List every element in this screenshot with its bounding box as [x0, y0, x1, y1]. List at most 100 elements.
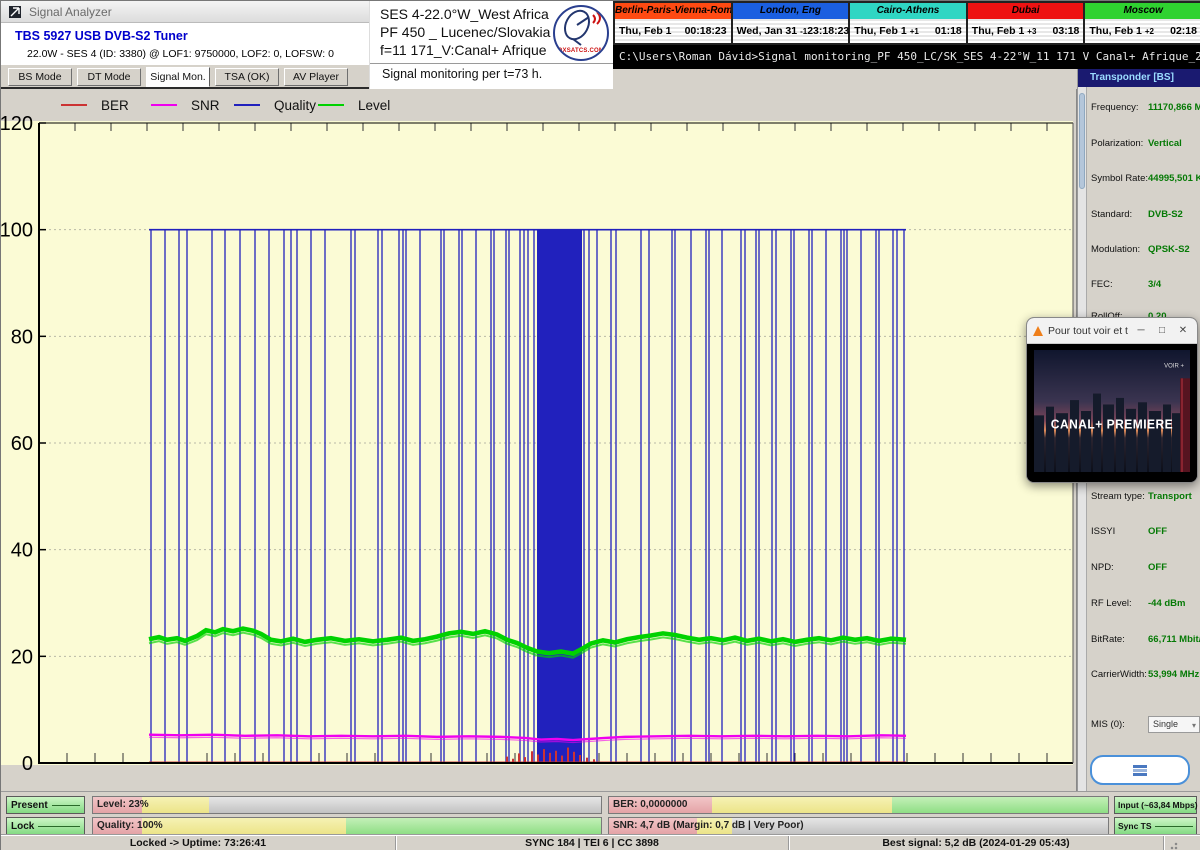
svg-text:Level: Level: [358, 98, 390, 113]
chevron-down-icon: ▾: [1192, 718, 1196, 733]
field-bitrate: BitRate:66,711 Mbit/s: [1091, 634, 1200, 648]
field-issyi: ISSYIOFF: [1091, 526, 1200, 540]
signal-chart-panel: 020406080100120BERSNRQualityLevel: [1, 89, 1077, 791]
satellite-line-3: f=11 171_V:Canal+ Afrique: [380, 42, 547, 58]
clock-cairo: Cairo-Athens Thu, Feb 1 +1 01:18: [850, 3, 968, 43]
clock-london: London, Eng Wed, Jan 31 -1 23:18:23: [733, 3, 851, 43]
clock-dubai-name: Dubai: [968, 3, 1084, 19]
video-area[interactable]: VOIR + CANAL+ PREMIERE: [1027, 344, 1197, 482]
window-titlebar[interactable]: Signal Analyzer: [1, 1, 369, 23]
popup-title-text: Pour tout voir et to...: [1048, 325, 1128, 337]
svg-text:40: 40: [11, 540, 33, 562]
mis-dropdown[interactable]: Single ▾: [1148, 716, 1200, 733]
video-corner-label: VOIR +: [1164, 362, 1184, 369]
clock-dubai-day: Thu, Feb 1: [972, 25, 1025, 37]
resize-grip[interactable]: [1164, 836, 1200, 850]
clock-moscow: Moscow Thu, Feb 1 +2 02:18: [1085, 3, 1200, 43]
field-fec: FEC:3/4: [1091, 279, 1200, 293]
maximize-button[interactable]: □: [1154, 325, 1170, 336]
svg-text:60: 60: [11, 433, 33, 455]
close-button[interactable]: ✕: [1175, 325, 1191, 336]
monitor-strip: Present Lock Level: 23% Quality: 100% BE…: [1, 791, 1200, 835]
list-icon: [1133, 765, 1147, 768]
svg-text:120: 120: [1, 113, 33, 135]
field-symbol-rate: Symbol Rate:44995,501 KS/s: [1091, 173, 1200, 187]
mode-tab-strip: BS Mode DT Mode Signal Mon. TSA (OK) AV …: [1, 65, 369, 89]
snr-meter-label: SNR: 4,7 dB (Margin: 0,7 dB | Very Poor): [613, 820, 804, 831]
clock-berlin-time: 00:18:23: [685, 25, 727, 37]
clock-berlin: Berlin-Paris-Vienna-Roma Thu, Feb 1 00:1…: [615, 3, 733, 43]
quality-meter: Quality: 100%: [92, 817, 602, 835]
video-title-label: CANAL+ PREMIERE: [1051, 417, 1173, 432]
quality-meter-label: Quality: 100%: [97, 820, 163, 831]
command-prompt-bar[interactable]: C:\Users\Roman Dávid>Signal monitoring_P…: [613, 45, 1200, 69]
field-mis: MIS (0): Single ▾: [1091, 719, 1200, 733]
satellite-line-2: PF 450 _ Lucenec/Slovakia: [380, 24, 550, 40]
separator: [370, 63, 614, 64]
vlc-icon: [1033, 326, 1043, 336]
satellite-info-panel: SES 4-22.0°W_West Africa PF 450 _ Lucene…: [369, 1, 613, 89]
present-indicator: Present: [6, 796, 85, 814]
svg-text:Quality: Quality: [274, 98, 316, 113]
svg-text:SNR: SNR: [191, 98, 220, 113]
world-clocks: Berlin-Paris-Vienna-Roma Thu, Feb 1 00:1…: [613, 1, 1200, 45]
status-best-signal: Best signal: 5,2 dB (2024-01-29 05:43): [789, 836, 1164, 850]
sync-ts-indicator: Sync TS: [1114, 817, 1197, 835]
monitoring-caption: Signal monitoring per t=73 h.: [382, 67, 542, 81]
status-sync-counters: SYNC 184 | TEI 6 | CC 3898: [396, 836, 789, 850]
stream-list-button[interactable]: [1090, 755, 1190, 785]
minimize-button[interactable]: ─: [1133, 325, 1149, 336]
snr-meter: SNR: 4,7 dB (Margin: 0,7 dB | Very Poor): [608, 817, 1109, 835]
input-indicator: Input (~63,84 Mbps): [1114, 796, 1197, 814]
command-line-text: C:\Users\Roman Dávid>Signal monitoring_P…: [619, 50, 1200, 63]
field-modulation: Modulation:QPSK-S2: [1091, 244, 1200, 258]
dxsatcs-logo: DXSATCS.COM: [553, 5, 609, 61]
clock-cairo-day: Thu, Feb 1: [854, 25, 907, 37]
clock-moscow-offset: +2: [1145, 27, 1154, 36]
clock-cairo-offset: +1: [910, 27, 919, 36]
tab-tsa[interactable]: TSA (OK): [215, 68, 279, 86]
clock-london-day: Wed, Jan 31: [737, 25, 798, 37]
field-standard: Standard:DVB-S2: [1091, 209, 1200, 223]
signal-chart: 020406080100120BERSNRQualityLevel: [1, 89, 1077, 791]
svg-text:0: 0: [22, 753, 33, 775]
tuner-info-panel: TBS 5927 USB DVB-S2 Tuner 22.0W - SES 4 …: [1, 23, 369, 65]
clock-berlin-day: Thu, Feb 1: [619, 25, 672, 37]
field-frequency: Frequency:11170,866 MHz: [1091, 102, 1200, 116]
clock-london-offset: -1: [800, 27, 807, 36]
clock-london-time: 23:18:23: [807, 25, 849, 37]
vlc-popup-window[interactable]: Pour tout voir et to... ─ □ ✕: [1026, 317, 1198, 483]
clock-cairo-time: 01:18: [935, 25, 962, 37]
tab-bs-mode[interactable]: BS Mode: [8, 68, 72, 86]
popup-titlebar[interactable]: Pour tout voir et to... ─ □ ✕: [1027, 318, 1197, 344]
clock-dubai-offset: +3: [1027, 27, 1036, 36]
signal-analyzer-window: Signal Analyzer TBS 5927 USB DVB-S2 Tune…: [0, 0, 1200, 850]
window-title: Signal Analyzer: [29, 5, 112, 19]
field-rf-level: RF Level:-44 dBm: [1091, 598, 1200, 612]
field-polarization: Polarization:Vertical: [1091, 138, 1200, 152]
tab-av-player[interactable]: AV Player: [284, 68, 348, 86]
ber-meter-label: BER: 0,0000000: [613, 799, 688, 810]
satellite-line-1: SES 4-22.0°W_West Africa: [380, 6, 549, 22]
svg-text:20: 20: [11, 646, 33, 668]
tab-signal-mon[interactable]: Signal Mon.: [146, 67, 210, 87]
clock-moscow-name: Moscow: [1085, 3, 1200, 19]
lock-indicator: Lock: [6, 817, 85, 835]
tab-dt-mode[interactable]: DT Mode: [77, 68, 141, 86]
logo-text: DXSATCS.COM: [555, 48, 607, 54]
field-carrierwidth: CarrierWidth:53,994 MHz: [1091, 669, 1200, 683]
clock-cairo-name: Cairo-Athens: [850, 3, 966, 19]
status-locked-uptime: Locked -> Uptime: 73:26:41: [1, 836, 396, 850]
tuner-subtitle: 22.0W - SES 4 (ID: 3380) @ LOF1: 9750000…: [27, 48, 334, 60]
clock-moscow-day: Thu, Feb 1: [1089, 25, 1142, 37]
scrollbar-thumb[interactable]: [1079, 93, 1085, 189]
satellite-dish-icon: [555, 7, 607, 47]
svg-text:100: 100: [1, 220, 33, 242]
app-icon: [9, 5, 23, 19]
tuner-title: TBS 5927 USB DVB-S2 Tuner: [15, 29, 188, 43]
clock-dubai: Dubai Thu, Feb 1 +3 03:18: [968, 3, 1086, 43]
city-skyline-image: VOIR + CANAL+ PREMIERE: [1034, 350, 1190, 472]
field-stream-type: Stream type:Transport: [1091, 491, 1200, 505]
clock-moscow-time: 02:18: [1170, 25, 1197, 37]
video-frame: VOIR + CANAL+ PREMIERE: [1034, 350, 1190, 472]
